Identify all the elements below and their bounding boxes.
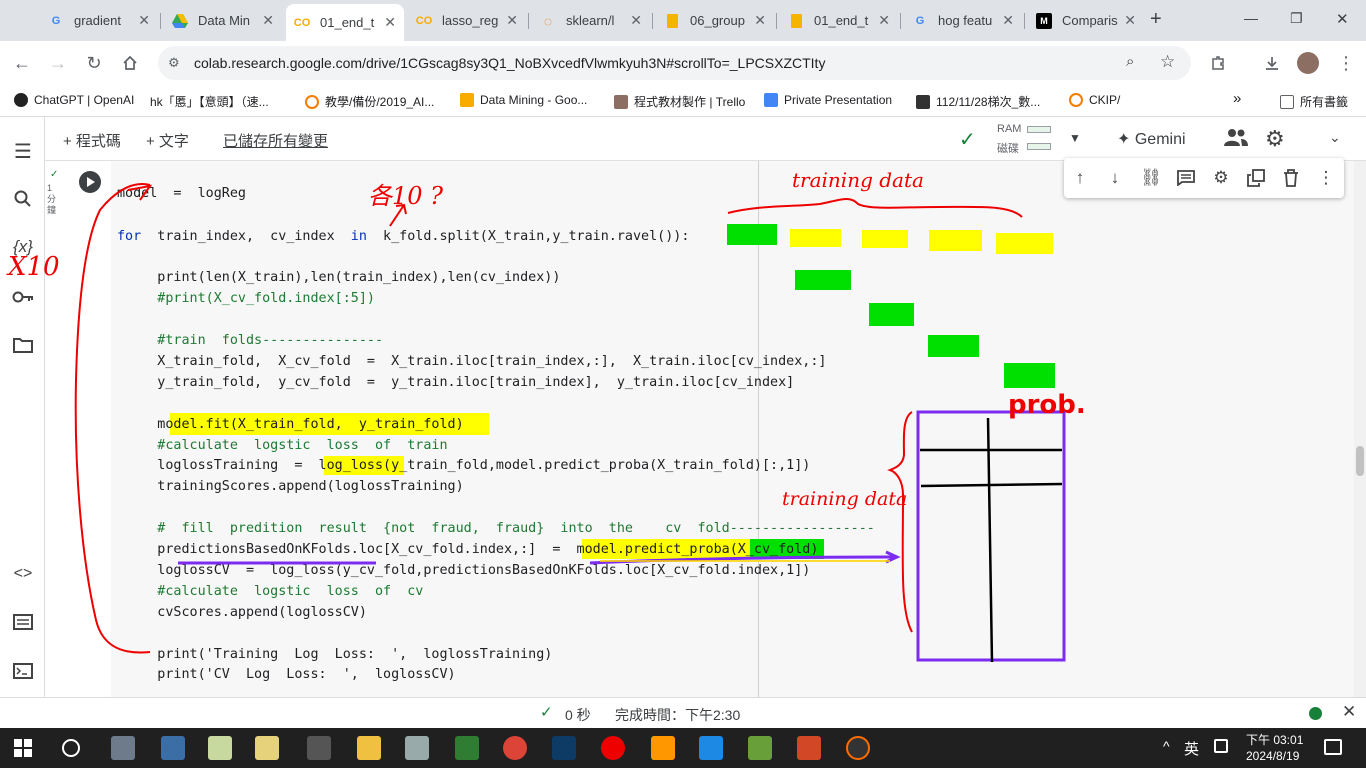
connection-status-dot[interactable] — [1309, 707, 1322, 720]
notebook-scrollbar[interactable] — [1354, 161, 1366, 697]
ink-brace-top — [727, 197, 1023, 218]
app-icon[interactable] — [161, 736, 185, 760]
fold-block-train — [862, 230, 908, 248]
clock-time[interactable]: 下午 03:01 — [1246, 731, 1303, 748]
prob-table-line — [986, 417, 994, 663]
app-icon[interactable] — [255, 736, 279, 760]
app-icon[interactable] — [455, 736, 479, 760]
close-status-icon[interactable]: ✕ — [1342, 702, 1356, 722]
ink-label-prob: prob. — [1008, 390, 1086, 420]
link-icon[interactable]: ⛓ — [1139, 166, 1163, 190]
camera-icon[interactable] — [405, 736, 429, 760]
app-icon[interactable] — [846, 736, 870, 760]
status-check-icon: ✓ — [540, 704, 553, 721]
fold-block-cv — [928, 335, 979, 357]
app-icon[interactable] — [699, 736, 723, 760]
app-icon[interactable] — [111, 736, 135, 760]
ink-loop-bracket — [74, 183, 151, 654]
tray-overflow-icon[interactable]: ^ — [1163, 738, 1170, 754]
move-cell-up-icon[interactable]: ↑ — [1068, 166, 1092, 190]
app-icon[interactable] — [307, 736, 331, 760]
windows-start-icon[interactable] — [14, 739, 32, 760]
clock-date[interactable]: 2024/8/19 — [1246, 749, 1299, 763]
status-bar: ✓ 0 秒 完成時間：下午2:30 ✕ — [0, 697, 1366, 728]
app-icon[interactable] — [748, 736, 772, 760]
fold-block-train — [929, 230, 982, 251]
prob-table-line — [920, 482, 1063, 488]
fold-block-cv — [727, 224, 777, 245]
windows-taskbar: ^ 英 下午 03:01 2024/8/19 — [0, 728, 1366, 768]
completion-time[interactable]: 完成時間：下午2:30 — [615, 705, 740, 725]
fold-block-train — [790, 229, 841, 247]
search-circle-icon[interactable] — [62, 739, 80, 757]
ime-indicator[interactable]: 英 — [1184, 738, 1199, 759]
app-icon[interactable] — [552, 736, 576, 760]
app-icon[interactable] — [651, 736, 675, 760]
app-icon[interactable] — [208, 736, 232, 760]
ime-mode-icon[interactable] — [1214, 739, 1228, 753]
ink-label-training-data: training data — [782, 488, 908, 510]
more-options-icon[interactable]: ⋮ — [1314, 166, 1338, 190]
comment-icon[interactable] — [1174, 166, 1198, 190]
ink-label-training-data: training data — [792, 168, 924, 192]
fold-block-cv — [869, 303, 914, 326]
ink-label-x10: X10 — [8, 252, 60, 282]
fold-block-cv — [1004, 363, 1055, 388]
move-cell-down-icon[interactable]: ↓ — [1103, 166, 1127, 190]
ink-arrowhead — [127, 184, 153, 201]
cell-settings-gear-icon[interactable]: ⚙ — [1209, 166, 1233, 190]
chrome-icon[interactable] — [503, 736, 527, 760]
opera-icon[interactable] — [601, 736, 625, 760]
fold-block-cv — [795, 270, 851, 290]
ink-brace-side — [887, 411, 913, 633]
ink-label-each-10: 各10 ? — [368, 182, 444, 210]
notifications-icon[interactable] — [1324, 739, 1342, 755]
fold-block-train — [996, 233, 1053, 254]
exec-duration[interactable]: 0 秒 — [565, 705, 591, 725]
mirror-cell-icon[interactable] — [1244, 166, 1268, 190]
file-explorer-icon[interactable] — [357, 736, 381, 760]
delete-trash-icon[interactable] — [1279, 166, 1303, 190]
scrollbar-thumb[interactable] — [1356, 446, 1364, 476]
ink-annotations-overlay — [74, 183, 1066, 663]
powerpoint-icon[interactable] — [797, 736, 821, 760]
cell-toolbar: ↑ ↓ ⛓ ⚙ ⋮ — [1064, 158, 1344, 198]
